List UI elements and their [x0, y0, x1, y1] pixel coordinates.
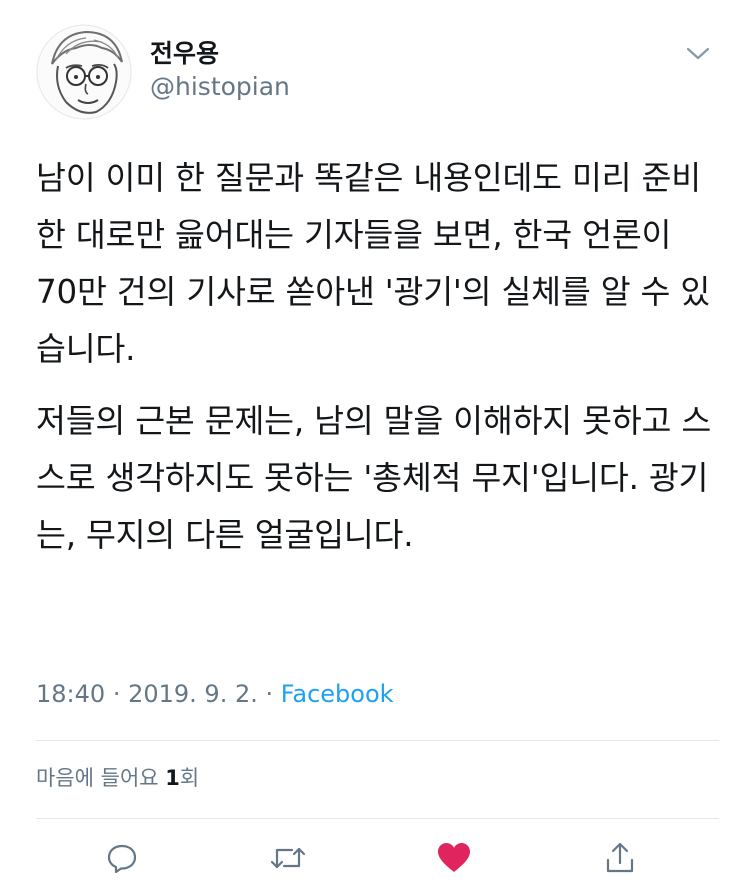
- divider: [36, 740, 719, 741]
- share-button[interactable]: [600, 838, 640, 878]
- likes-number: 1: [165, 766, 180, 790]
- retweet-button[interactable]: [268, 838, 308, 878]
- tweet-paragraph: 저들의 근본 문제는, 남의 말을 이해하지 못하고 스스로 생각하지도 못하는…: [36, 402, 712, 554]
- avatar[interactable]: [36, 24, 132, 120]
- tweet-date: 2019. 9. 2.: [128, 680, 258, 708]
- likes-suffix: 회: [179, 766, 200, 790]
- tweet-source-link[interactable]: Facebook: [281, 680, 394, 708]
- meta-separator: ·: [112, 680, 121, 708]
- comment-icon: [107, 844, 137, 874]
- reply-button[interactable]: [102, 838, 142, 878]
- tweet-text: 남이 이미 한 질문과 똑같은 내용인데도 미리 준비한 대로만 읊어대는 기자…: [36, 150, 716, 564]
- likes-count[interactable]: 마음에 들어요 1회: [36, 762, 199, 792]
- avatar-portrait-icon: [36, 24, 132, 120]
- meta-separator: ·: [265, 680, 274, 708]
- heart-icon: [438, 843, 470, 872]
- tweet-meta: 18:40 · 2019. 9. 2. · Facebook: [36, 680, 394, 708]
- likes-label: 마음에 들어요: [36, 766, 166, 790]
- retweet-icon: [270, 847, 306, 869]
- divider: [36, 818, 719, 819]
- chevron-down-icon[interactable]: [684, 44, 712, 64]
- tweet-time: 18:40: [36, 680, 106, 708]
- like-button[interactable]: [434, 838, 474, 878]
- display-name[interactable]: 전우용: [150, 34, 219, 70]
- tweet-paragraph: 남이 이미 한 질문과 똑같은 내용인데도 미리 준비한 대로만 읊어대는 기자…: [36, 159, 711, 368]
- user-handle[interactable]: @histopian: [150, 72, 290, 101]
- share-icon: [606, 842, 634, 873]
